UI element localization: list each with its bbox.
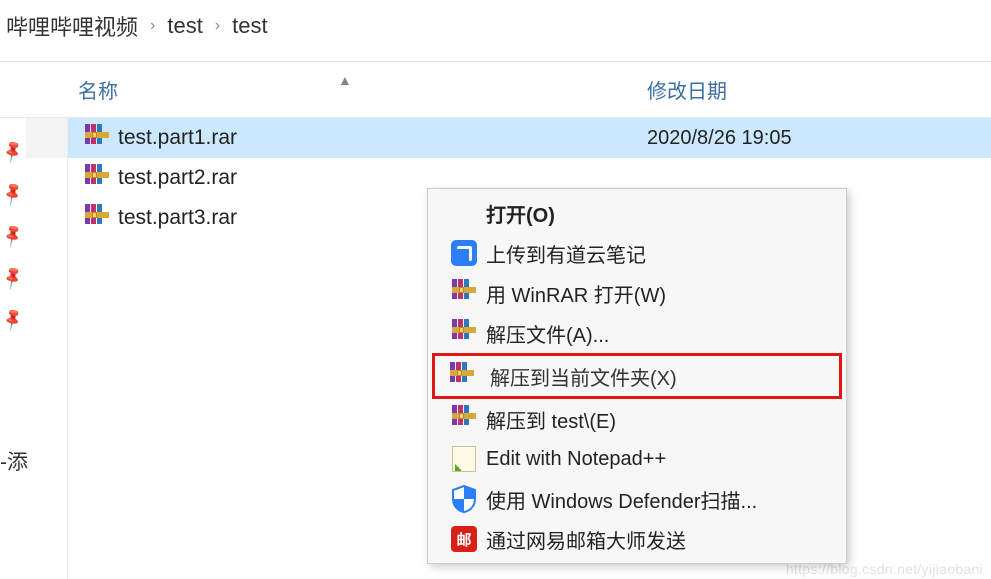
rar-archive-icon (80, 164, 114, 192)
winrar-icon (446, 279, 482, 307)
pin-icon: 📌 (0, 138, 27, 166)
menu-extract-here-highlighted[interactable]: 解压到当前文件夹(X) (432, 353, 842, 399)
sidebar-tree-label-fragment: -添 (0, 446, 28, 476)
winrar-icon (450, 362, 486, 390)
pin-icon: 📌 (0, 180, 27, 208)
breadcrumb-sep-icon: › (150, 17, 155, 35)
file-name[interactable]: test.part2.rar (114, 166, 641, 190)
menu-edit-notepadpp[interactable]: Edit with Notepad++ (428, 439, 846, 479)
winrar-icon (446, 405, 482, 433)
breadcrumb[interactable]: 哔哩哔哩视频 › test › test (0, 0, 991, 62)
pin-icon: 📌 (0, 306, 27, 334)
youdao-note-icon (446, 240, 482, 266)
context-menu: 打开(O) 上传到有道云笔记 用 WinRAR 打开(W) 解压文件(A)...… (427, 188, 847, 564)
menu-defender-scan[interactable]: 使用 Windows Defender扫描... (428, 479, 846, 519)
menu-extract-to-folder[interactable]: 解压到 test\(E) (428, 399, 846, 439)
breadcrumb-seg-1[interactable]: test (167, 13, 202, 39)
sidebar-tree-stub (26, 118, 68, 579)
netease-mail-icon: 邮 (446, 526, 482, 552)
menu-upload-youdao[interactable]: 上传到有道云笔记 (428, 233, 846, 273)
sort-ascending-icon: ▲ (338, 72, 352, 88)
breadcrumb-seg-0[interactable]: 哔哩哔哩视频 (6, 10, 138, 42)
column-header-name[interactable]: 名称 (0, 75, 641, 104)
menu-send-netease-mail[interactable]: 邮 通过网易邮箱大师发送 (428, 519, 846, 559)
file-name[interactable]: test.part1.rar (114, 126, 641, 150)
rar-archive-icon (80, 124, 114, 152)
column-header-modified[interactable]: 修改日期 (641, 75, 991, 104)
breadcrumb-sep-icon: › (215, 17, 220, 35)
rar-archive-icon (80, 204, 114, 232)
column-header-row: ▲ 名称 修改日期 (0, 62, 991, 118)
file-modified-date: 2020/8/26 19:05 (641, 127, 991, 150)
quick-access-pinbar: 📌 📌 📌 📌 📌 (0, 118, 26, 579)
breadcrumb-seg-2[interactable]: test (232, 13, 267, 39)
pin-icon: 📌 (0, 222, 27, 250)
winrar-icon (446, 319, 482, 347)
pin-icon: 📌 (0, 264, 27, 292)
watermark-text: https://blog.csdn.net/yijiaobani (786, 561, 983, 577)
windows-defender-shield-icon (446, 485, 482, 513)
notepadpp-icon (446, 446, 482, 472)
file-row[interactable]: test.part1.rar 2020/8/26 19:05 (68, 118, 991, 158)
menu-open-winrar[interactable]: 用 WinRAR 打开(W) (428, 273, 846, 313)
menu-extract-files[interactable]: 解压文件(A)... (428, 313, 846, 353)
menu-open[interactable]: 打开(O) (428, 193, 846, 233)
